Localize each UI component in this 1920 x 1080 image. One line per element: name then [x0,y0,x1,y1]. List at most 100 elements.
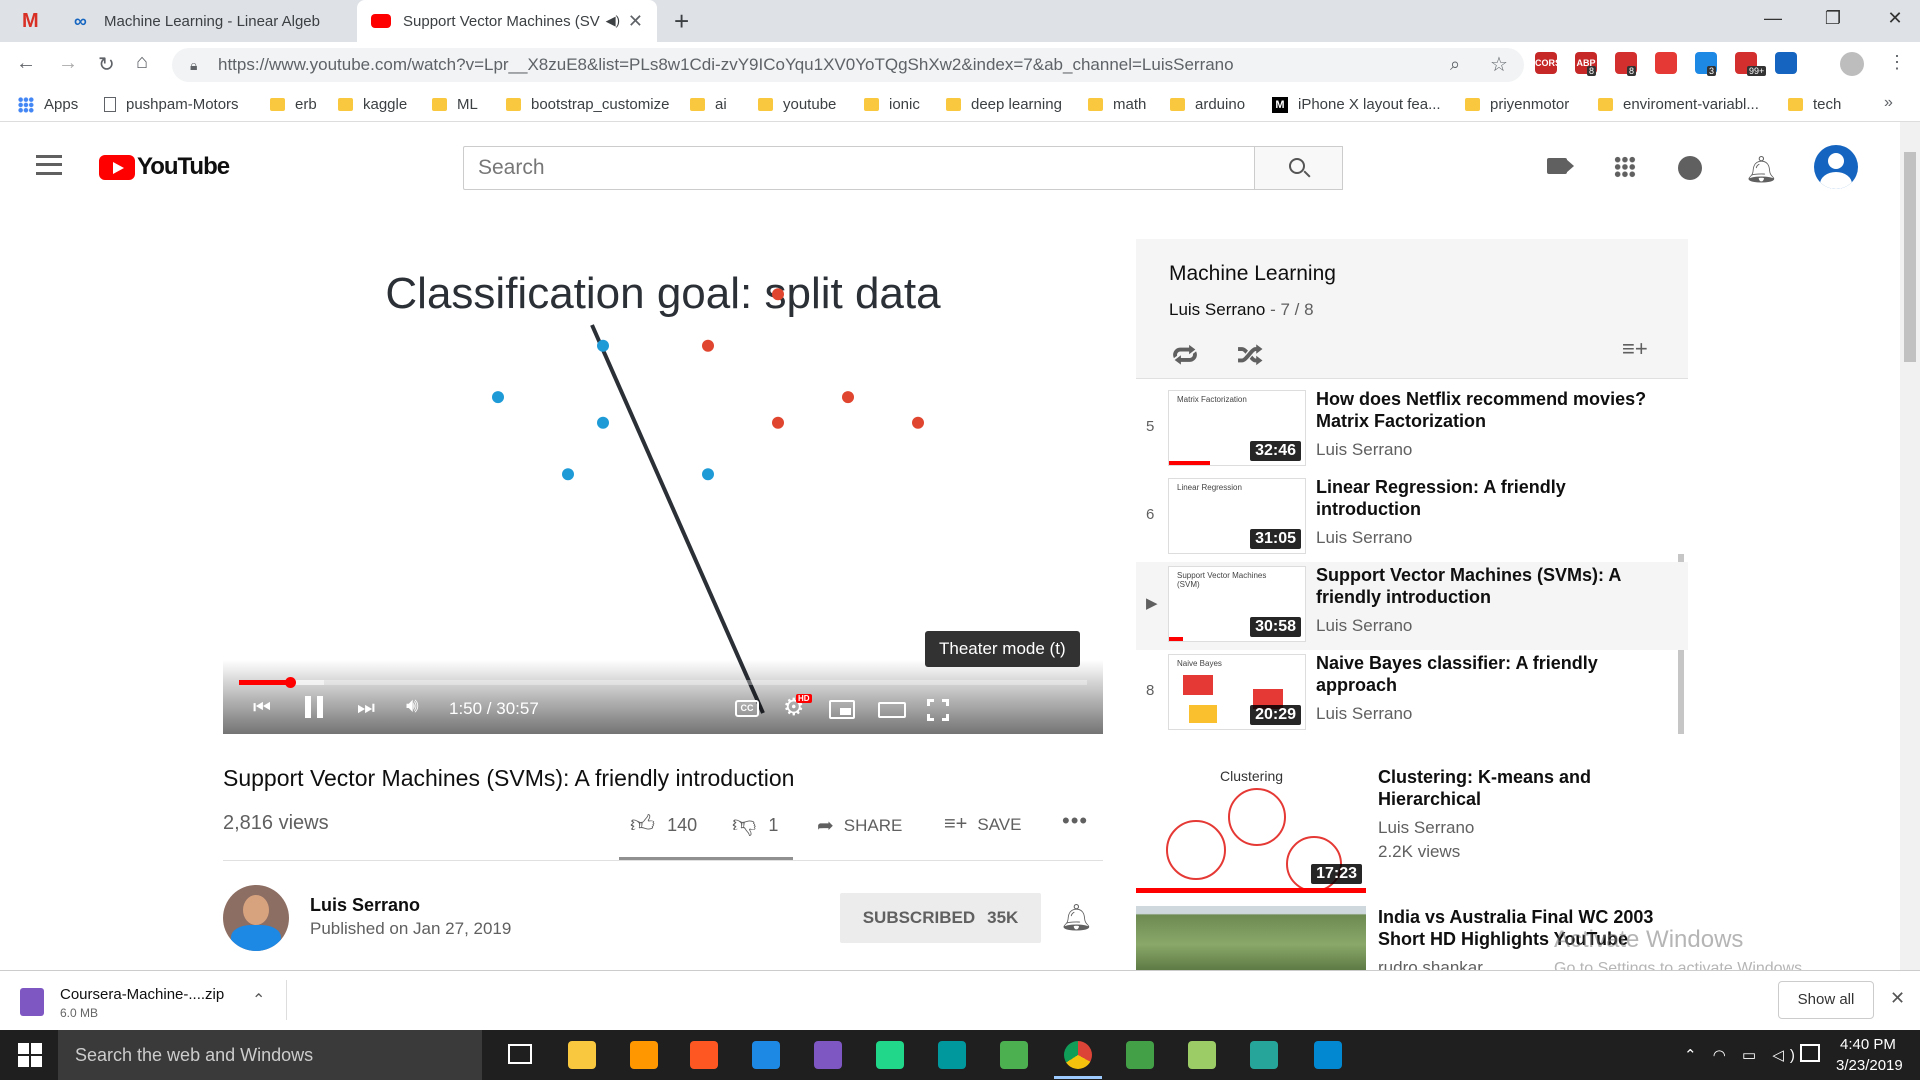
sync-icon[interactable] [1314,1041,1342,1069]
file-explorer-icon[interactable] [568,1041,596,1069]
related-channel-1[interactable]: Luis Serrano [1378,818,1474,838]
loop-icon[interactable]: 🔁︎ [1172,336,1198,374]
youtube-logo[interactable]: YouTube [99,153,230,181]
tab-linear-algebra[interactable]: ∞ Machine Learning - Linear Algeb [60,0,355,42]
hamburger-menu-icon[interactable] [36,155,62,175]
bookmark-item[interactable]: erb [270,96,317,113]
firefox-icon[interactable] [752,1041,780,1069]
camtasia-icon[interactable] [1126,1041,1154,1069]
playlist-item[interactable]: 6 Linear Regression 31:05 Linear Regression… [1136,474,1688,562]
bookmark-item[interactable]: math [1088,96,1146,113]
forward-icon[interactable]: → [58,52,78,75]
sublime-text-icon[interactable] [630,1041,658,1069]
bookmark-item[interactable]: tech [1788,96,1841,113]
bookmark-item[interactable]: kaggle [338,96,407,113]
close-window-button[interactable]: ✕ [1880,8,1910,29]
action-center-icon[interactable] [1800,1044,1820,1062]
messages-icon[interactable] [1678,156,1702,180]
notification-bell-icon[interactable]: 🔔︎ [1060,902,1093,933]
playlist-title[interactable]: Machine Learning [1169,262,1336,286]
bookmark-item[interactable]: ai [690,96,727,113]
url-text[interactable]: https://www.youtube.com/watch?v=Lpr__X8z… [218,55,1234,75]
windows-start-icon[interactable] [18,1043,42,1067]
fullscreen-icon[interactable] [927,699,949,721]
close-download-bar-icon[interactable]: ✕ [1890,988,1905,1009]
page-scrollbar[interactable] [1900,122,1920,970]
bookmark-item[interactable]: priyenmotor [1465,96,1569,113]
speaker-icon[interactable]: ◀) [606,13,620,29]
related-title-1[interactable]: Clustering: K-means and Hierarchical [1378,766,1678,810]
playlist-thumbnail[interactable]: Linear Regression 31:05 [1168,478,1306,554]
previous-icon[interactable]: ⏮︎ [253,697,271,720]
new-tab-button[interactable]: + [674,6,689,37]
like-button[interactable]: 👍︎ 140 [630,811,697,839]
playlist-thumbnail[interactable]: Naive Bayes 20:29 [1168,654,1306,730]
arduino-icon[interactable] [938,1041,966,1069]
save-button[interactable]: ≡+ SAVE [944,813,1021,836]
create-video-icon[interactable] [1547,158,1567,174]
bookmark-item[interactable]: enviroment-variabl... [1598,96,1759,113]
apps-grid-icon[interactable] [1614,156,1636,178]
file-icon[interactable] [1188,1041,1216,1069]
playlist-item[interactable]: 5 Matrix Factorization 32:46 How does Netfl… [1136,386,1688,474]
miniplayer-icon[interactable] [829,700,855,719]
extension-icon[interactable]: CORS [1535,52,1561,74]
more-actions-icon[interactable]: ••• [1062,808,1088,834]
menu-icon[interactable]: ⋮ [1888,52,1906,73]
volume-icon[interactable]: 🔊︎ [406,695,419,718]
minimize-button[interactable]: — [1758,8,1788,29]
home-icon[interactable]: ⌂ [136,51,148,74]
bookmark-item[interactable]: MiPhone X layout fea... [1272,96,1441,113]
playlist-item[interactable]: ▶ Support Vector Machines (SVM) 30:58 Suppo… [1136,562,1688,650]
related-thumb-1[interactable]: Clustering 17:23 [1136,758,1366,893]
playlist-item[interactable]: 8 Naive Bayes 20:29 Naive Bayes classifier:… [1136,650,1688,738]
spreadsheet-icon[interactable] [1250,1041,1278,1069]
playlist-owner[interactable]: Luis Serrano [1169,300,1265,319]
playlist-thumbnail[interactable]: Matrix Factorization 32:46 [1168,390,1306,466]
back-icon[interactable]: ← [16,52,36,75]
chrome-icon[interactable] [1064,1041,1092,1069]
tab-youtube[interactable]: Support Vector Machines (SV ◀) ✕ [357,0,657,42]
task-view-icon[interactable] [508,1044,532,1064]
search-input[interactable] [463,146,1255,190]
visual-studio-icon[interactable] [814,1041,842,1069]
account-avatar[interactable] [1814,145,1858,189]
g-app-icon[interactable] [690,1041,718,1069]
restore-button[interactable]: ❐ [1818,8,1848,29]
close-icon[interactable]: ✕ [628,11,643,32]
zoom-icon[interactable]: ⌕ [1450,54,1460,75]
star-icon[interactable]: ☆ [1490,52,1508,77]
playlist-menu-icon[interactable]: ≡+ [1622,336,1648,362]
bookmark-item[interactable]: Apps [18,96,78,113]
dislike-button[interactable]: 👎︎ 1 [732,811,778,839]
pycharm-icon[interactable] [876,1041,904,1069]
search-button[interactable] [1254,146,1343,190]
reload-icon[interactable]: ↻ [98,52,115,77]
bookmark-item[interactable]: arduino [1170,96,1245,113]
theater-mode-icon[interactable] [878,702,906,718]
chevron-up-icon[interactable]: ⌃ [252,990,265,1010]
shuffle-icon[interactable]: 🔀︎ [1237,336,1263,374]
download-item[interactable]: Coursera-Machine-....zip 6.0 MB ⌃ [14,982,284,1024]
scrubber-handle[interactable] [284,677,296,688]
subscribed-button[interactable]: SUBSCRIBED 35K [840,893,1041,943]
bookmark-item[interactable]: ML [432,96,478,113]
bookmark-item[interactable]: bootstrap_customize [506,96,669,113]
extension-icon[interactable] [1655,52,1677,74]
show-all-button[interactable]: Show all [1778,981,1874,1019]
related-thumb-2[interactable] [1136,906,1366,970]
profile-icon[interactable] [1840,52,1864,76]
bookmark-item[interactable]: pushpam-Motors [104,96,239,113]
bookmark-item[interactable]: deep learning [946,96,1062,113]
next-icon[interactable]: ⏭︎ [357,697,375,720]
captions-icon[interactable]: CC [735,700,759,717]
more-bookmarks-icon[interactable]: » [1884,94,1893,112]
channel-name[interactable]: Luis Serrano [310,895,420,916]
share-button[interactable]: ➦ SHARE [817,813,902,838]
bookmark-item[interactable]: ionic [864,96,920,113]
channel-avatar[interactable] [223,885,289,951]
bookmark-item[interactable]: youtube [758,96,836,113]
progress-track[interactable] [239,680,1087,685]
app-icon[interactable] [1000,1041,1028,1069]
playlist-thumbnail[interactable]: Support Vector Machines (SVM) 30:58 [1168,566,1306,642]
